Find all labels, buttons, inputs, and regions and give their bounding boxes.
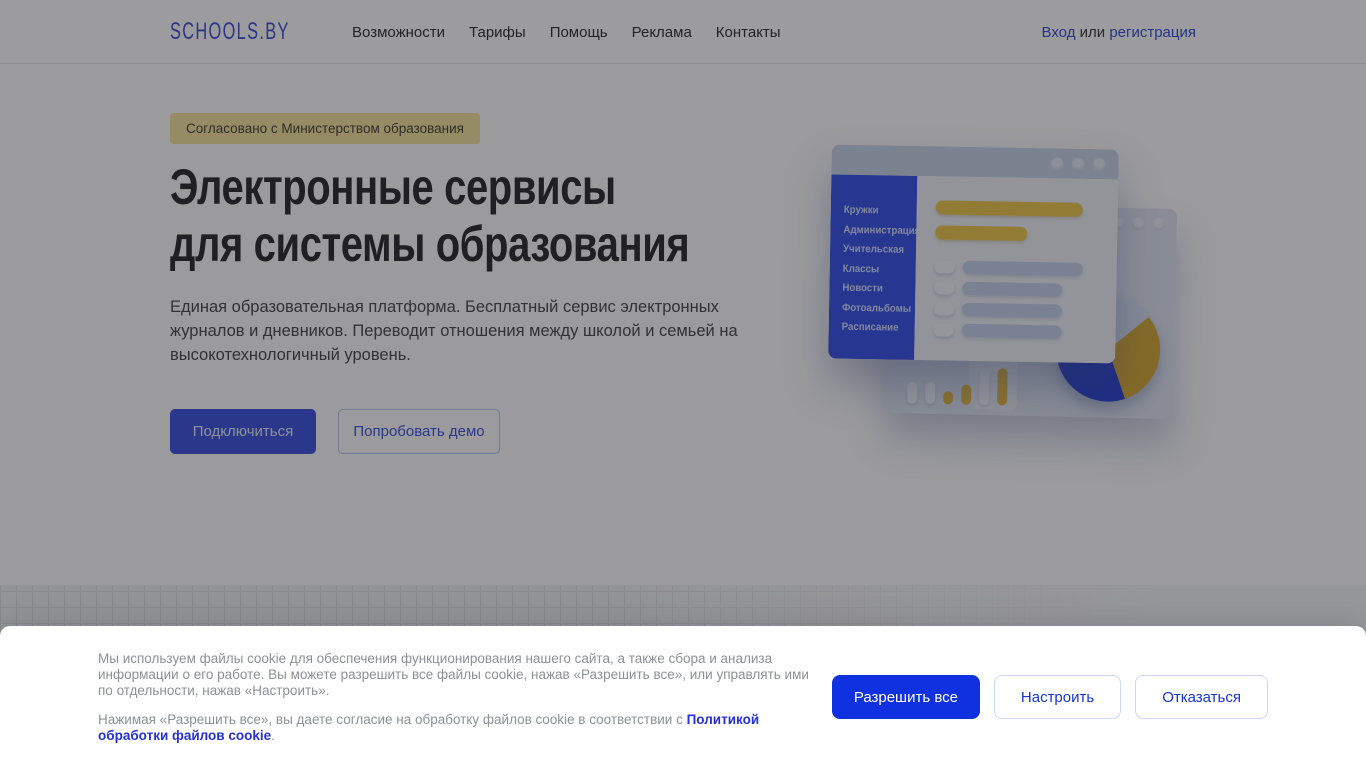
cookie-paragraph-2: Нажимая «Разрешить все», вы даете соглас… (98, 712, 814, 744)
cookie-paragraph-2-prefix: Нажимая «Разрешить все», вы даете соглас… (98, 712, 687, 727)
cookie-actions: Разрешить все Настроить Отказаться (831, 675, 1268, 719)
decline-button[interactable]: Отказаться (1135, 675, 1268, 719)
cookie-paragraph-2-suffix: . (271, 728, 275, 743)
cookie-paragraph-1: Мы используем файлы cookie для обеспечен… (98, 651, 809, 698)
configure-button[interactable]: Настроить (993, 675, 1122, 719)
accept-all-button[interactable]: Разрешить все (831, 675, 980, 719)
cookie-banner: Мы используем файлы cookie для обеспечен… (0, 626, 1366, 768)
cookie-text: Мы используем файлы cookie для обеспечен… (98, 651, 814, 744)
